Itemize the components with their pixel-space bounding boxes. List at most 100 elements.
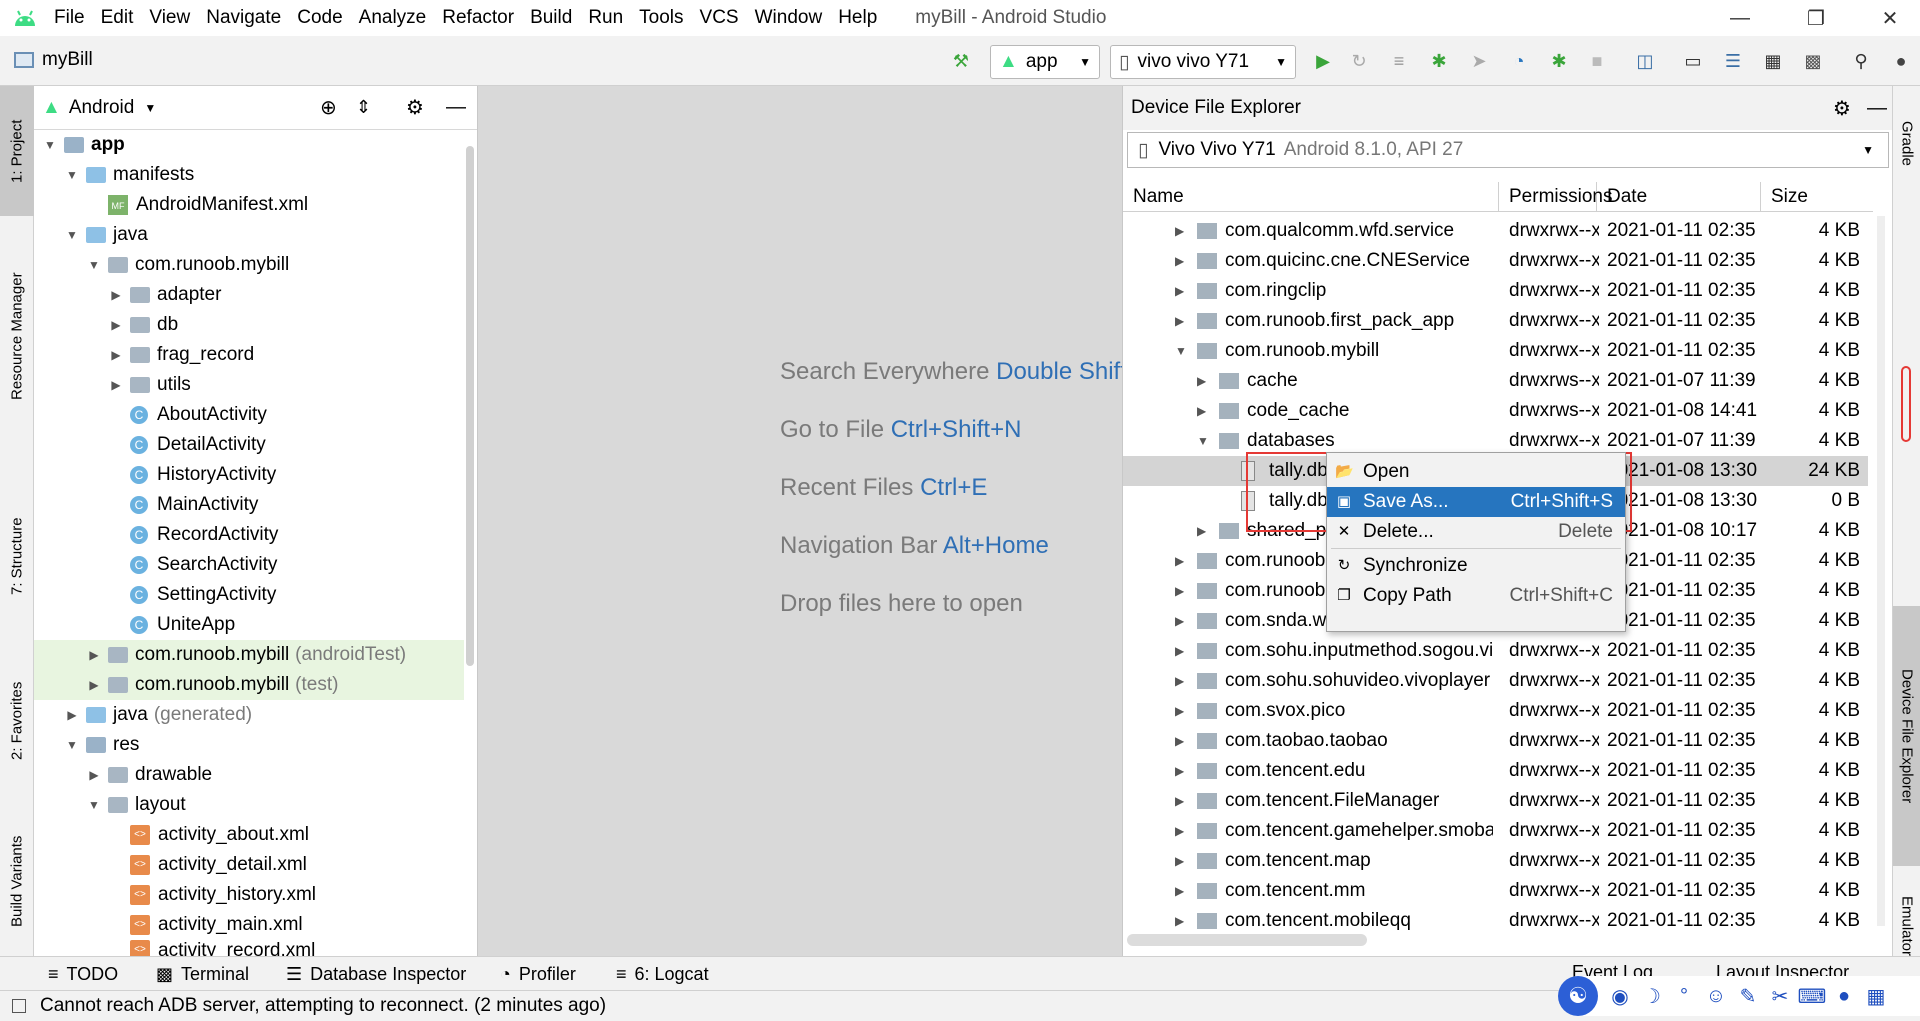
menu-navigate[interactable]: Navigate bbox=[198, 0, 289, 36]
file-row[interactable]: ▶ com.tencent.gamehelper.smoba drwxrwx--x 2… bbox=[1123, 816, 1868, 846]
attach-debugger-icon[interactable]: ➤ bbox=[1466, 48, 1492, 74]
ime-keyboard-icon[interactable]: ⌨ bbox=[1796, 984, 1828, 1009]
tree-item-drawable-folder[interactable]: ▶ drawable bbox=[34, 760, 464, 790]
horizontal-scrollbar[interactable] bbox=[1127, 934, 1367, 946]
ime-emoji-icon[interactable]: ☺ bbox=[1700, 985, 1732, 1008]
expanded-arrow-icon[interactable]: ▼ bbox=[64, 228, 80, 242]
column-date[interactable]: Date bbox=[1597, 182, 1761, 212]
scrollbar-thumb[interactable] bbox=[1901, 366, 1911, 442]
tree-item-manifests-folder[interactable]: ▼ manifests bbox=[34, 160, 464, 190]
tree-item-java-folder[interactable]: ▼ java bbox=[34, 220, 464, 250]
file-row[interactable]: ▶ com.ringclip drwxrwx--x 2021-01-11 02:35 4… bbox=[1123, 276, 1868, 306]
collapsed-arrow-icon[interactable]: ▶ bbox=[1175, 786, 1191, 816]
file-row[interactable]: ▶ com.tencent.edu drwxrwx--x 2021-01-11 02:… bbox=[1123, 756, 1868, 786]
collapsed-arrow-icon[interactable]: ▶ bbox=[86, 648, 102, 662]
tree-item-manifest-file[interactable]: MF AndroidManifest.xml bbox=[34, 190, 464, 220]
tree-item-class-main[interactable]: C MainActivity bbox=[34, 490, 464, 520]
menu-item-delete[interactable]: ✕ Delete... Delete bbox=[1327, 517, 1625, 547]
tab-structure[interactable]: 7: Structure bbox=[0, 486, 34, 626]
collapsed-arrow-icon[interactable]: ▶ bbox=[108, 288, 124, 302]
restore-icon[interactable]: ❐ bbox=[1786, 0, 1846, 36]
tree-item-class-search[interactable]: C SearchActivity bbox=[34, 550, 464, 580]
file-row[interactable]: ▶ com.runoob.first_pack_app drwxrwx--x 2021… bbox=[1123, 306, 1868, 336]
avd-manager-icon[interactable]: ▭ bbox=[1680, 48, 1706, 74]
collapsed-arrow-icon[interactable]: ▶ bbox=[108, 378, 124, 392]
tree-item-class-uniteapp[interactable]: C UniteApp bbox=[34, 610, 464, 640]
tree-item-package-utils[interactable]: ▶ utils bbox=[34, 370, 464, 400]
collapsed-arrow-icon[interactable]: ▶ bbox=[1175, 726, 1191, 756]
tree-item-layout-file[interactable]: <> activity_about.xml bbox=[34, 820, 464, 850]
apply-code-changes-icon[interactable]: ≡ bbox=[1386, 48, 1412, 74]
stop-icon[interactable]: ■ bbox=[1584, 48, 1610, 74]
collapsed-arrow-icon[interactable]: ▶ bbox=[64, 708, 80, 722]
tab-terminal[interactable]: ▩ Terminal bbox=[156, 957, 249, 991]
column-size[interactable]: Size bbox=[1761, 182, 1873, 212]
collapsed-arrow-icon[interactable]: ▶ bbox=[1175, 756, 1191, 786]
collapsed-arrow-icon[interactable]: ▶ bbox=[108, 318, 124, 332]
menu-build[interactable]: Build bbox=[522, 0, 580, 36]
menu-code[interactable]: Code bbox=[289, 0, 350, 36]
debug-icon[interactable]: ✱ bbox=[1426, 48, 1452, 74]
tab-build-variants[interactable]: Build Variants bbox=[0, 816, 34, 946]
view-mode-select[interactable]: Android bbox=[69, 97, 135, 119]
file-row[interactable]: ▶ com.tencent.map drwxrwx--x 2021-01-11 02:… bbox=[1123, 846, 1868, 876]
search-icon[interactable]: ⚲ bbox=[1848, 48, 1874, 74]
run-icon[interactable]: ▶ bbox=[1310, 48, 1336, 74]
tab-project[interactable]: 1: Project bbox=[0, 86, 34, 216]
menu-item-synchronize[interactable]: ↻ Synchronize bbox=[1327, 551, 1625, 581]
tree-item-layout-file[interactable]: <> activity_history.xml bbox=[34, 880, 464, 910]
tab-gradle[interactable]: Gradle bbox=[1893, 94, 1920, 194]
file-row[interactable]: ▶ cache drwxrws--x 2021-01-07 11:39 4 KB bbox=[1123, 366, 1868, 396]
menu-tools[interactable]: Tools bbox=[631, 0, 691, 36]
expanded-arrow-icon[interactable]: ▼ bbox=[64, 738, 80, 752]
file-row[interactable]: ▶ com.quicinc.cne.CNEService drwxrwx--x 202… bbox=[1123, 246, 1868, 276]
menu-item-copy-path[interactable]: ❐ Copy Path Ctrl+Shift+C bbox=[1327, 581, 1625, 611]
collapsed-arrow-icon[interactable]: ▶ bbox=[1197, 516, 1213, 546]
tree-item-package-main[interactable]: ▼ com.runoob.mybill bbox=[34, 250, 464, 280]
menu-item-save-as[interactable]: ▣ Save As... Ctrl+Shift+S bbox=[1327, 487, 1625, 517]
tab-resource-manager[interactable]: Resource Manager bbox=[0, 236, 34, 436]
tree-item-class-about[interactable]: C AboutActivity bbox=[34, 400, 464, 430]
collapsed-arrow-icon[interactable]: ▶ bbox=[86, 678, 102, 692]
column-permissions[interactable]: Permissions bbox=[1499, 182, 1612, 212]
file-row[interactable]: ▶ com.tencent.FileManager drwxrwx--x 2021-0… bbox=[1123, 786, 1868, 816]
tree-item-package-android-test[interactable]: ▶ com.runoob.mybill (androidTest) bbox=[34, 640, 464, 670]
tree-item-layout-file[interactable]: <> activity_detail.xml bbox=[34, 850, 464, 880]
tree-item-package-adapter[interactable]: ▶ adapter bbox=[34, 280, 464, 310]
file-row[interactable]: ▶ com.svox.pico drwxrwx--x 2021-01-11 02:35… bbox=[1123, 696, 1868, 726]
profile-icon[interactable]: ◔ bbox=[1506, 48, 1532, 74]
file-row[interactable]: ▶ com.taobao.taobao drwxrwx--x 2021-01-11 0… bbox=[1123, 726, 1868, 756]
menu-edit[interactable]: Edit bbox=[93, 0, 142, 36]
menu-vcs[interactable]: VCS bbox=[692, 0, 747, 36]
collapsed-arrow-icon[interactable]: ▶ bbox=[1175, 306, 1191, 336]
ime-scissors-icon[interactable]: ✂ bbox=[1764, 984, 1796, 1009]
gear-icon[interactable]: ⚙ bbox=[1833, 96, 1851, 121]
tab-todo[interactable]: ≡ TODO bbox=[48, 957, 118, 991]
status-toggle-icon[interactable] bbox=[12, 999, 26, 1013]
project-breadcrumb[interactable]: myBill bbox=[42, 49, 93, 71]
tree-item-layout-folder[interactable]: ▼ layout bbox=[34, 790, 464, 820]
device-manager-icon[interactable]: ▦ bbox=[1760, 48, 1786, 74]
ime-punct-icon[interactable]: ° bbox=[1668, 985, 1700, 1008]
file-row[interactable]: ▶ com.tencent.mobileqq drwxrwx--x 2021-01-1… bbox=[1123, 906, 1868, 936]
tab-emulator[interactable]: Emulator bbox=[1893, 886, 1920, 966]
collapse-all-icon[interactable]: ⇕ bbox=[356, 97, 371, 118]
file-row[interactable]: ▶ code_cache drwxrws--x 2021-01-08 14:41 4 K… bbox=[1123, 396, 1868, 426]
collapsed-arrow-icon[interactable]: ▶ bbox=[1175, 816, 1191, 846]
collapsed-arrow-icon[interactable]: ▶ bbox=[1175, 696, 1191, 726]
expanded-arrow-icon[interactable]: ▼ bbox=[42, 138, 58, 152]
ime-user-icon[interactable]: ● bbox=[1828, 985, 1860, 1008]
build-hammer-icon[interactable]: ⚒ bbox=[948, 48, 974, 74]
tree-item-res-folder[interactable]: ▼ res bbox=[34, 730, 464, 760]
menu-item-open[interactable]: 📂 Open bbox=[1327, 457, 1625, 487]
collapsed-arrow-icon[interactable]: ▶ bbox=[1175, 636, 1191, 666]
collapsed-arrow-icon[interactable]: ▶ bbox=[1175, 666, 1191, 696]
collapsed-arrow-icon[interactable]: ▶ bbox=[1197, 396, 1213, 426]
tree-item-app-module[interactable]: ▼ app bbox=[34, 130, 464, 160]
scrollbar[interactable] bbox=[466, 146, 474, 666]
collapsed-arrow-icon[interactable]: ▶ bbox=[1175, 576, 1191, 606]
hide-panel-icon[interactable]: — bbox=[1867, 97, 1887, 120]
ime-moon-icon[interactable]: ☽ bbox=[1636, 984, 1668, 1009]
expanded-arrow-icon[interactable]: ▼ bbox=[86, 258, 102, 272]
collapsed-arrow-icon[interactable]: ▶ bbox=[1175, 876, 1191, 906]
